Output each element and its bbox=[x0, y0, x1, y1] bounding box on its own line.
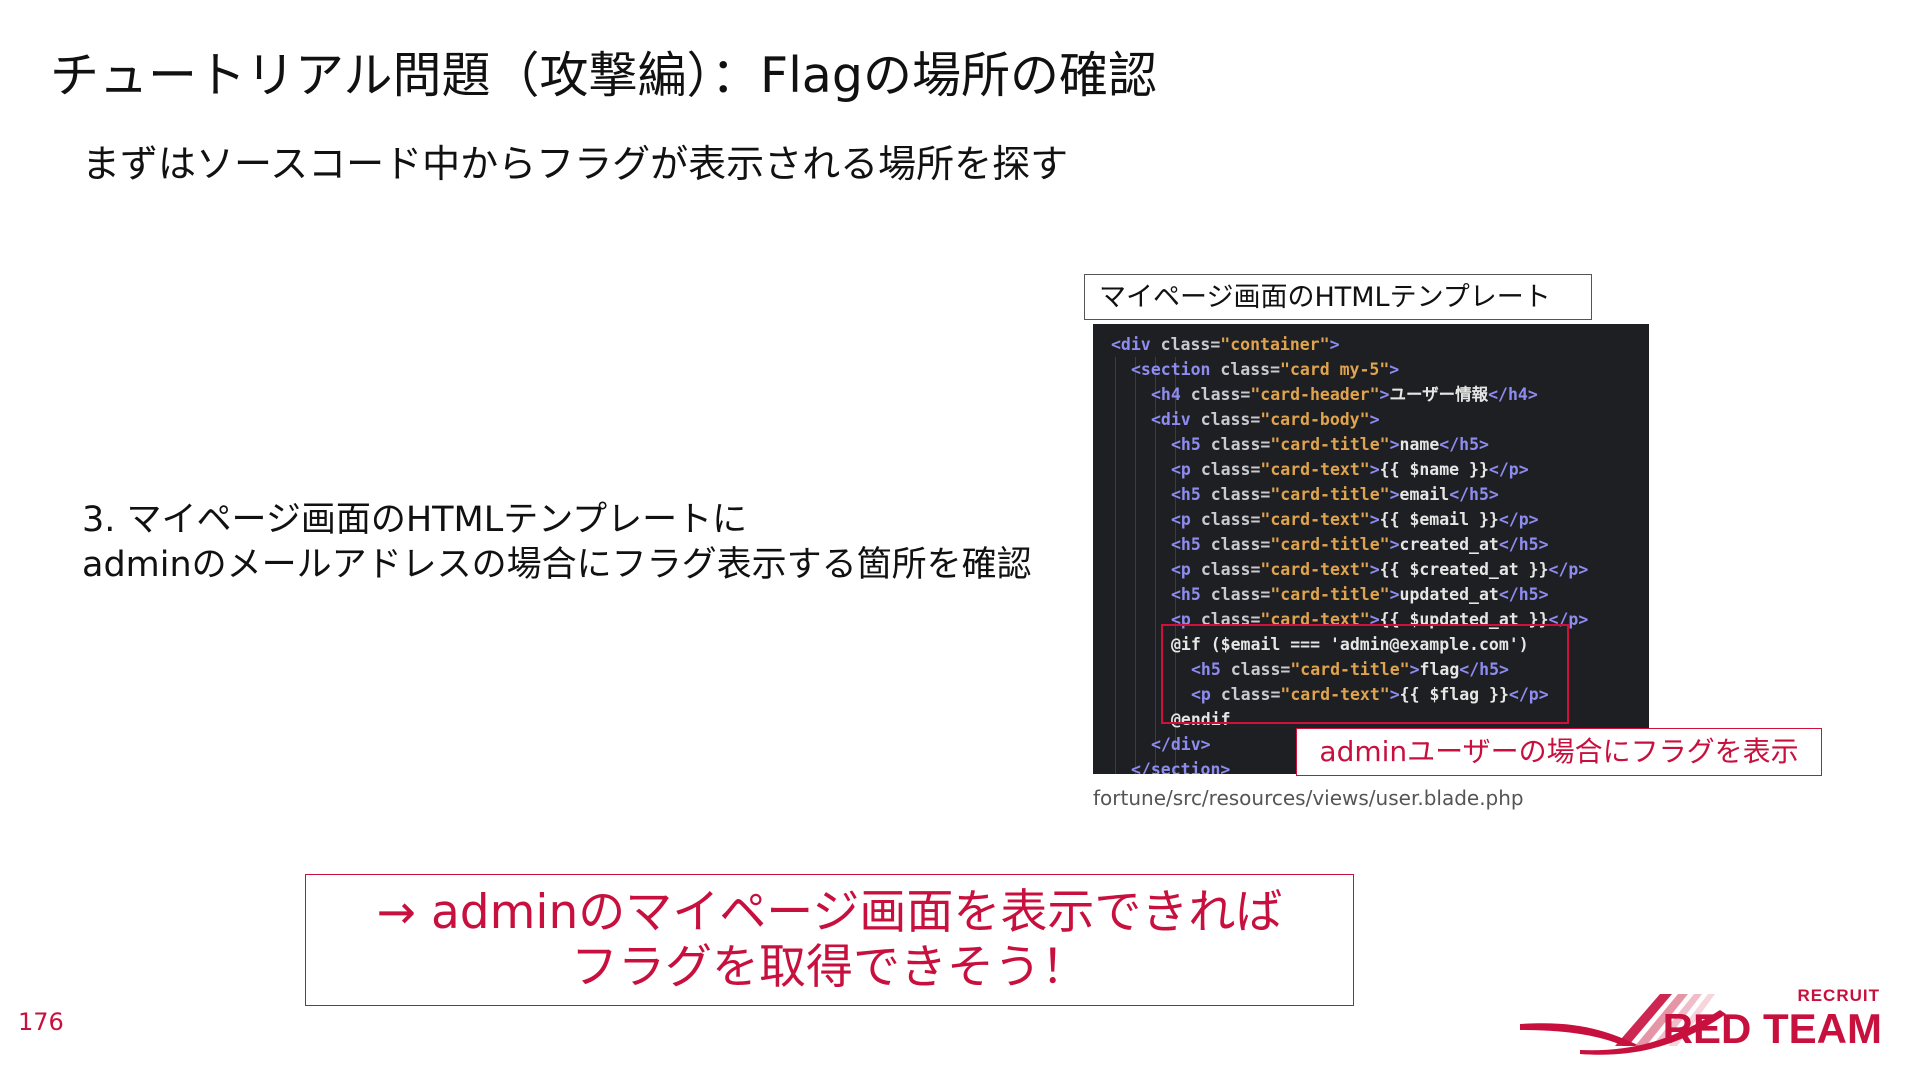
code-token: > bbox=[1329, 335, 1340, 354]
slide-subtitle: まずはソースコード中からフラグが表示される場所を探す bbox=[82, 142, 1069, 186]
code-token: "container" bbox=[1220, 335, 1330, 354]
code-token: </h5> bbox=[1498, 585, 1549, 604]
code-token: > bbox=[1369, 410, 1380, 429]
code-token: > bbox=[1369, 460, 1380, 479]
code-token: <p bbox=[1171, 560, 1201, 579]
code-line: <h5 class="card-title">updated_at</h5> bbox=[1171, 582, 1549, 607]
code-line: <h5 class="card-title">email</h5> bbox=[1171, 482, 1499, 507]
code-token: </p> bbox=[1488, 460, 1529, 479]
code-token: <h5 bbox=[1171, 585, 1211, 604]
callout-label: adminユーザーの場合にフラグを表示 bbox=[1296, 728, 1822, 776]
indent-guide bbox=[1115, 357, 1116, 774]
code-line: <p class="card-text">{{ $name }}</p> bbox=[1171, 457, 1529, 482]
code-token: > bbox=[1389, 585, 1400, 604]
code-line: <p class="card-text">{{ $created_at }}</… bbox=[1171, 557, 1588, 582]
step-line-2: adminのメールアドレスの場合にフラグ表示する箇所を確認 bbox=[82, 545, 1032, 585]
page-number: 176 bbox=[18, 1008, 64, 1036]
code-token: <h5 bbox=[1171, 435, 1211, 454]
code-token: > bbox=[1389, 360, 1400, 379]
code-token: updated_at bbox=[1399, 585, 1499, 604]
code-line: </div> bbox=[1151, 732, 1211, 757]
code-token: class= bbox=[1210, 435, 1271, 454]
code-token: </h5> bbox=[1498, 535, 1549, 554]
code-token: </h5> bbox=[1439, 435, 1489, 454]
code-token: > bbox=[1389, 485, 1400, 504]
code-line: </section> bbox=[1131, 757, 1230, 774]
code-token: <h4 bbox=[1151, 385, 1191, 404]
code-token: <div bbox=[1151, 410, 1201, 429]
logo-recruit-text: RECRUIT bbox=[1797, 986, 1880, 1005]
code-token: </div> bbox=[1151, 735, 1211, 754]
code-token: class= bbox=[1200, 560, 1261, 579]
code-token: > bbox=[1379, 385, 1390, 404]
highlight-box bbox=[1161, 624, 1569, 724]
file-path-caption: fortune/src/resources/views/user.blade.p… bbox=[1093, 786, 1524, 810]
code-token: </h4> bbox=[1488, 385, 1538, 404]
code-token: > bbox=[1369, 510, 1380, 529]
code-token: > bbox=[1369, 560, 1380, 579]
code-label: マイページ画面のHTMLテンプレート bbox=[1084, 274, 1592, 320]
code-line: <h5 class="card-title">created_at</h5> bbox=[1171, 532, 1549, 557]
code-token: class= bbox=[1210, 535, 1271, 554]
code-token: </p> bbox=[1548, 560, 1589, 579]
code-token: class= bbox=[1200, 410, 1261, 429]
code-token: name bbox=[1399, 435, 1440, 454]
code-token: "card-title" bbox=[1270, 535, 1390, 554]
code-token: class= bbox=[1200, 510, 1261, 529]
code-token: class= bbox=[1160, 335, 1221, 354]
conclusion-line-2: フラグを取得できそう！ bbox=[571, 940, 1088, 995]
code-token: {{ $created_at }} bbox=[1379, 560, 1549, 579]
code-line: <div class="card-body"> bbox=[1151, 407, 1380, 432]
code-token: email bbox=[1399, 485, 1450, 504]
code-token: "card my-5" bbox=[1280, 360, 1390, 379]
code-token: > bbox=[1389, 435, 1400, 454]
code-token: <h5 bbox=[1171, 535, 1211, 554]
conclusion-line-1: → adminのマイページ画面を表示できれば bbox=[376, 885, 1283, 940]
code-token: "card-text" bbox=[1260, 460, 1370, 479]
code-token: <div bbox=[1111, 335, 1161, 354]
code-token: <section bbox=[1131, 360, 1221, 379]
red-team-logo: RECRUIT RED TEAM bbox=[1520, 980, 1900, 1060]
code-token: "card-body" bbox=[1260, 410, 1370, 429]
code-token: {{ $email }} bbox=[1379, 510, 1499, 529]
step-description: 3. マイページ画面のHTMLテンプレートに adminのメールアドレスの場合に… bbox=[82, 498, 1032, 588]
code-token: <p bbox=[1171, 510, 1201, 529]
code-token: </section> bbox=[1131, 760, 1231, 774]
code-token: class= bbox=[1220, 360, 1281, 379]
code-token: > bbox=[1389, 535, 1400, 554]
code-token: "card-text" bbox=[1260, 510, 1370, 529]
code-line: <h5 class="card-title">name</h5> bbox=[1171, 432, 1489, 457]
code-line: <h4 class="card-header">ユーザー情報</h4> bbox=[1151, 382, 1538, 407]
code-line: <p class="card-text">{{ $email }}</p> bbox=[1171, 507, 1539, 532]
code-token: {{ $name }} bbox=[1379, 460, 1489, 479]
code-token: <h5 bbox=[1171, 485, 1211, 504]
code-line: <section class="card my-5"> bbox=[1131, 357, 1399, 382]
step-line-1: 3. マイページ画面のHTMLテンプレートに bbox=[82, 500, 748, 540]
code-token: class= bbox=[1200, 460, 1261, 479]
conclusion-box: → adminのマイページ画面を表示できれば フラグを取得できそう！ bbox=[305, 874, 1354, 1006]
code-token: </p> bbox=[1498, 510, 1539, 529]
code-token: class= bbox=[1210, 585, 1271, 604]
code-token: "card-title" bbox=[1270, 485, 1390, 504]
code-token: "card-header" bbox=[1250, 385, 1380, 404]
code-token: class= bbox=[1190, 385, 1251, 404]
code-token: ユーザー情報 bbox=[1389, 385, 1489, 404]
code-token: <p bbox=[1171, 460, 1201, 479]
code-token: </h5> bbox=[1449, 485, 1499, 504]
code-line: <div class="container"> bbox=[1111, 332, 1340, 357]
code-token: "card-text" bbox=[1260, 560, 1370, 579]
code-token: "card-title" bbox=[1270, 585, 1390, 604]
code-token: created_at bbox=[1399, 535, 1499, 554]
indent-guide bbox=[1135, 357, 1136, 774]
code-token: "card-title" bbox=[1270, 435, 1390, 454]
code-token: class= bbox=[1210, 485, 1271, 504]
slide-title: チュートリアル問題（攻撃編）：Flagの場所の確認 bbox=[50, 47, 1157, 104]
logo-red-team-text: RED TEAM bbox=[1662, 1005, 1882, 1052]
